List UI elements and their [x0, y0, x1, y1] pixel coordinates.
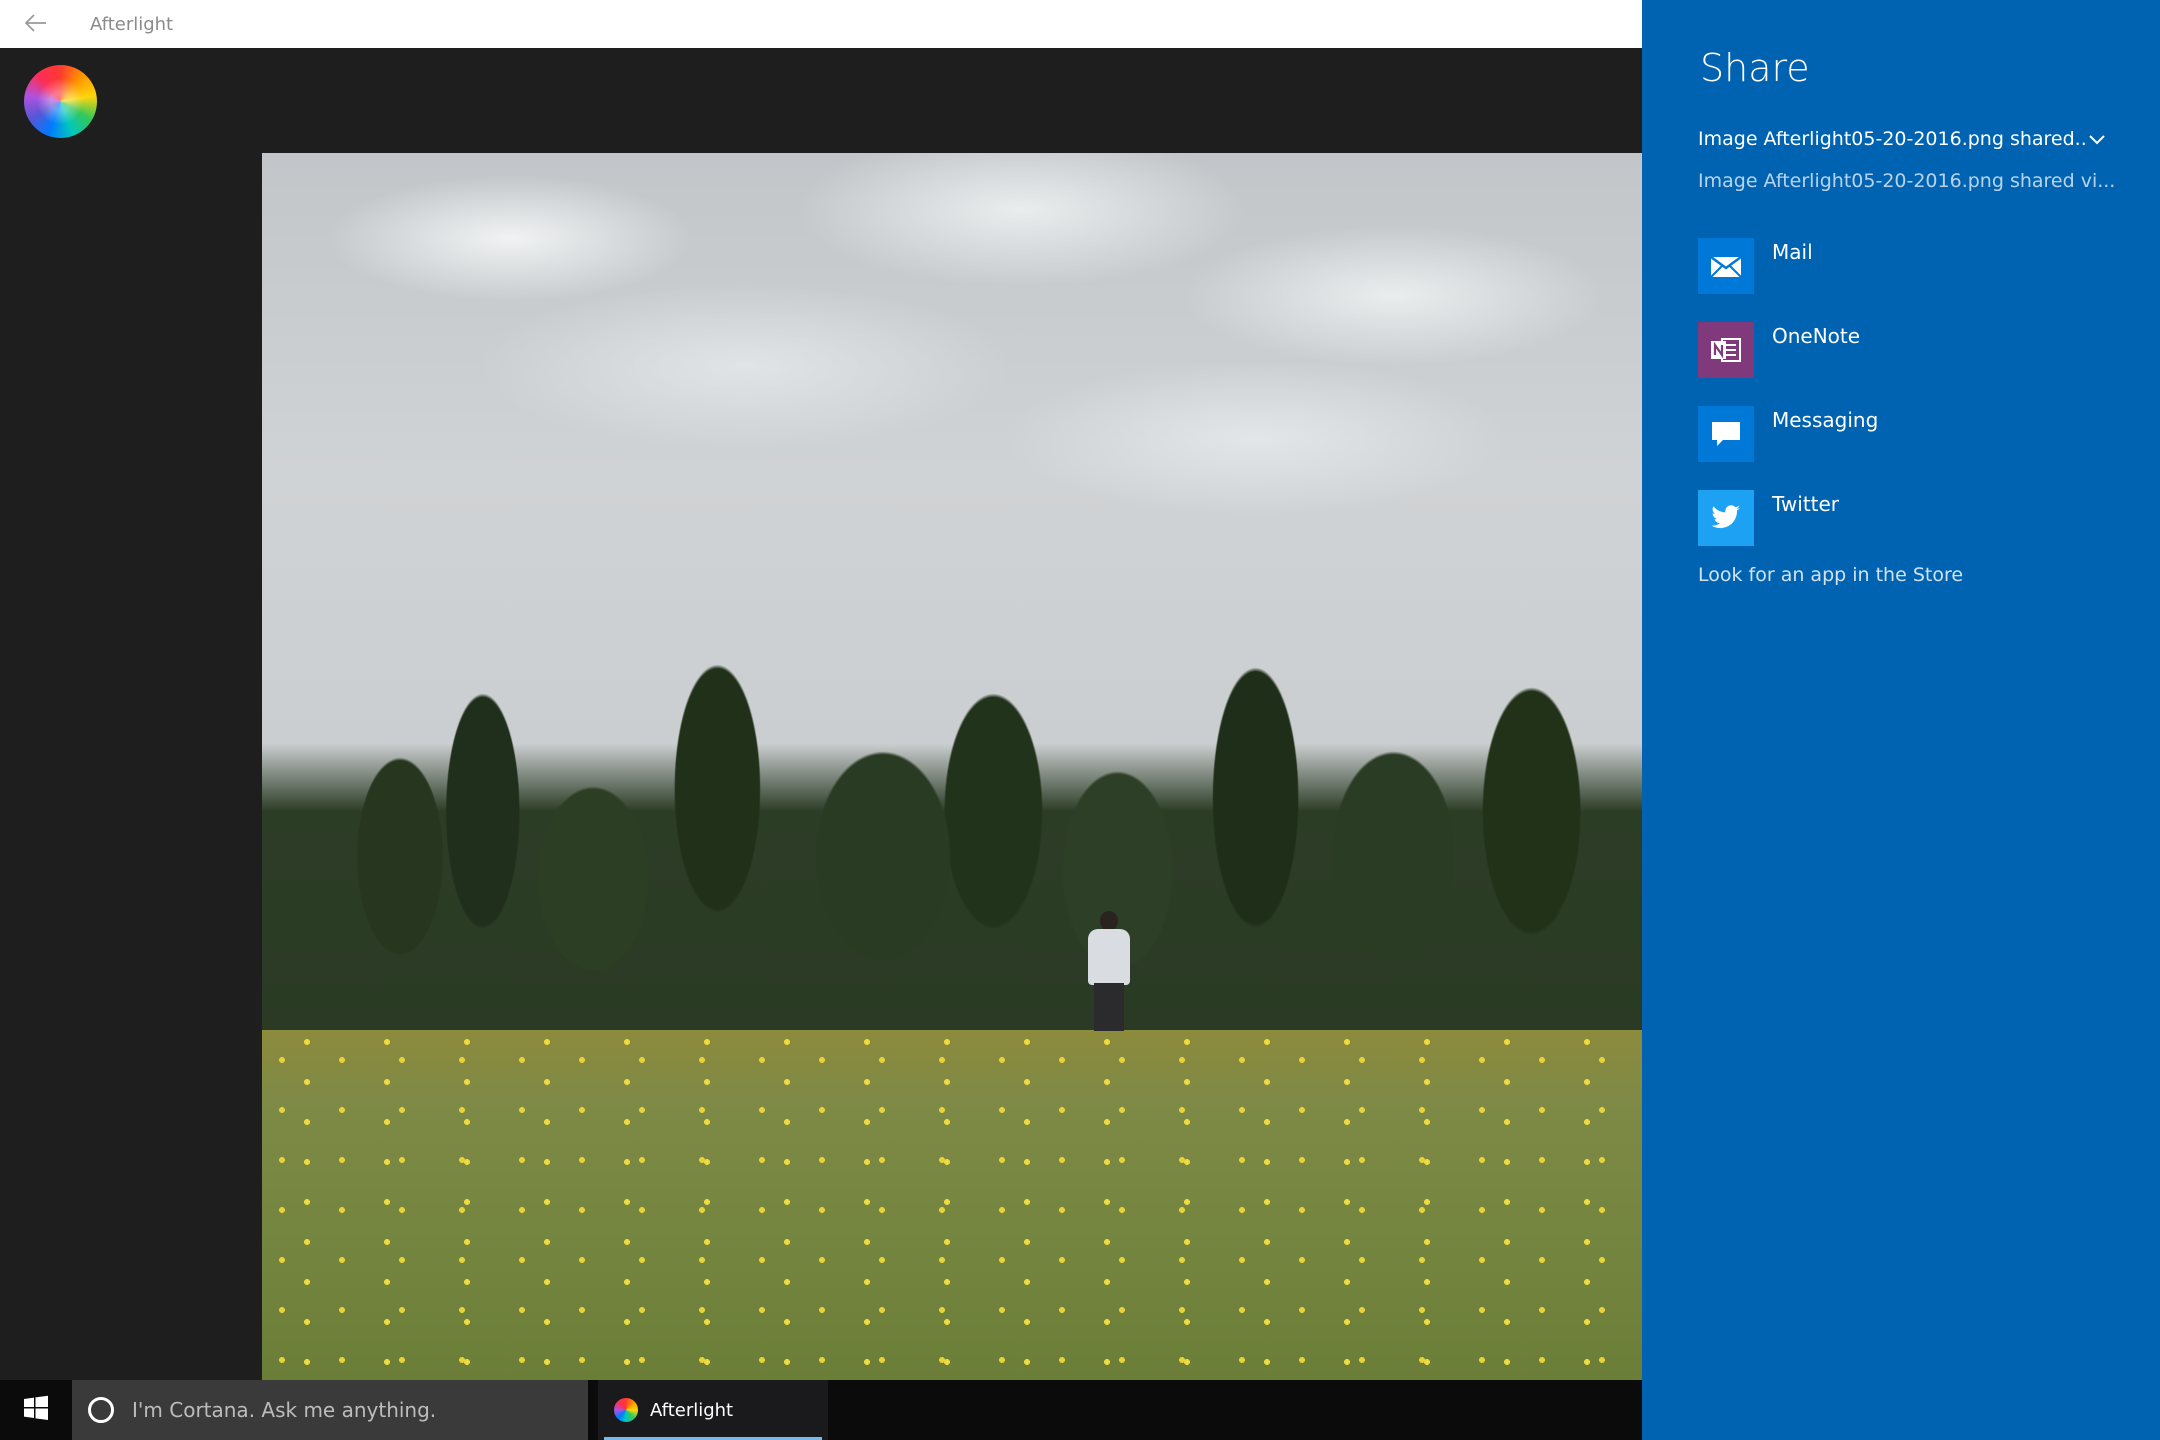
share-target-label: OneNote: [1772, 324, 1861, 348]
messaging-icon: [1698, 406, 1754, 462]
afterlight-app-icon: [614, 1398, 638, 1422]
photo-meadow: [262, 1030, 1642, 1380]
share-target-onenote[interactable]: OneNote: [1698, 322, 2118, 378]
cortana-search-box[interactable]: I'm Cortana. Ask me anything.: [72, 1380, 588, 1440]
share-target-label: Twitter: [1772, 492, 1840, 516]
taskbar: I'm Cortana. Ask me anything. Afterlight: [0, 1380, 1642, 1440]
share-target-label: Mail: [1772, 240, 1813, 264]
chevron-down-icon: [2086, 130, 2108, 149]
share-target-mail[interactable]: Mail: [1698, 238, 2118, 294]
store-link[interactable]: Look for an app in the Store: [1698, 564, 1963, 586]
window-title: Afterlight: [90, 13, 174, 35]
afterlight-logo-icon[interactable]: [24, 65, 97, 138]
cortana-icon: [88, 1397, 114, 1423]
share-item-label: Image Afterlight05-20-2016.png shared...: [1698, 128, 2086, 150]
mail-icon: [1698, 238, 1754, 294]
share-target-twitter[interactable]: Twitter: [1698, 490, 2118, 546]
arrow-left-icon: [24, 9, 47, 39]
share-item-dropdown[interactable]: Image Afterlight05-20-2016.png shared...: [1698, 128, 2108, 150]
search-placeholder: I'm Cortana. Ask me anything.: [132, 1398, 437, 1422]
taskbar-app-afterlight[interactable]: Afterlight: [598, 1380, 828, 1440]
back-button[interactable]: [0, 0, 72, 48]
share-target-list: Mail OneNote Messaging Twitter: [1698, 238, 2118, 574]
taskbar-app-label: Afterlight: [650, 1399, 734, 1421]
photo-person: [1084, 911, 1134, 1031]
photo-forest: [262, 606, 1642, 1061]
twitter-icon: [1698, 490, 1754, 546]
share-heading: Share: [1700, 46, 1810, 90]
share-target-label: Messaging: [1772, 408, 1879, 432]
share-target-messaging[interactable]: Messaging: [1698, 406, 2118, 462]
windows-logo-icon: [23, 1395, 49, 1425]
title-bar: Afterlight: [0, 0, 1642, 48]
share-panel: Share Image Afterlight05-20-2016.png sha…: [1642, 0, 2160, 1440]
share-item-description: Image Afterlight05-20-2016.png shared vi…: [1698, 170, 2116, 192]
photo-preview: [262, 153, 1642, 1380]
app-canvas: [0, 48, 1642, 1380]
onenote-icon: [1698, 322, 1754, 378]
start-button[interactable]: [0, 1380, 72, 1440]
